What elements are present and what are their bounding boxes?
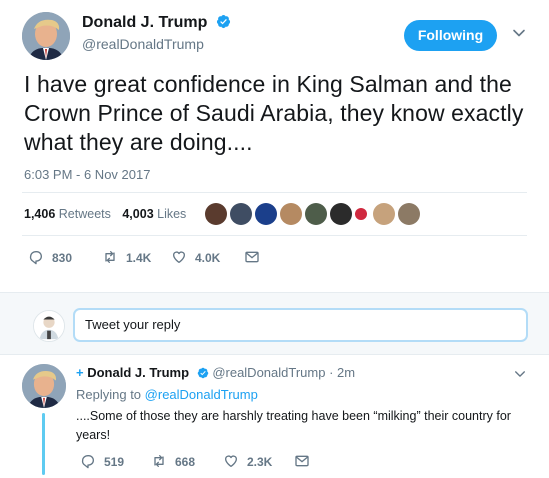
verified-badge-icon xyxy=(197,367,208,379)
divider xyxy=(22,192,527,193)
tweet-stats: 1,406 Retweets 4,003 Likes xyxy=(24,207,186,221)
liker-avatar[interactable] xyxy=(205,203,227,225)
like-count: 2.3K xyxy=(247,455,273,469)
retweet-count: 1.4K xyxy=(126,251,152,265)
reply-icon xyxy=(81,455,94,469)
follow-plus[interactable]: + xyxy=(76,365,84,380)
avatar-image xyxy=(34,311,64,341)
retweet-icon xyxy=(105,251,115,263)
liker-avatar[interactable] xyxy=(230,203,252,225)
retweet-icon xyxy=(154,455,164,467)
likes-count: 4,003 xyxy=(122,207,154,221)
thread-tweet: + Donald J. Trump @realDonaldTrump · 2m … xyxy=(0,355,549,478)
chevron-down-icon[interactable] xyxy=(512,26,526,40)
replying-to-link[interactable]: @realDonaldTrump xyxy=(145,387,258,402)
envelope-icon xyxy=(245,251,259,263)
divider xyxy=(22,235,527,236)
replying-prefix: Replying to xyxy=(76,387,142,402)
heart-icon xyxy=(172,251,186,263)
verified-badge-icon xyxy=(216,14,230,29)
author-name-text[interactable]: Donald J. Trump xyxy=(82,14,207,31)
liker-avatar[interactable] xyxy=(330,203,352,225)
liker-avatar[interactable] xyxy=(255,203,277,225)
tweet-text: I have great confidence in King Salman a… xyxy=(24,71,524,155)
like-count: 4.0K xyxy=(195,251,221,265)
retweet-count: 668 xyxy=(175,455,196,469)
reply-input[interactable]: Tweet your reply xyxy=(73,308,528,342)
author-handle[interactable]: @realDonaldTrump xyxy=(82,36,204,52)
reply-composer: Tweet your reply xyxy=(0,292,549,355)
reply-count: 519 xyxy=(104,455,125,469)
avatar-image xyxy=(22,364,66,408)
tweet-timestamp[interactable]: 6:03 PM - 6 Nov 2017 xyxy=(24,167,150,182)
retweets-stat[interactable]: 1,406 Retweets xyxy=(24,207,111,221)
liker-avatar[interactable] xyxy=(373,203,395,225)
author-handle[interactable]: @realDonaldTrump xyxy=(212,365,325,380)
following-button[interactable]: Following xyxy=(404,20,497,51)
retweets-count: 1,406 xyxy=(24,207,56,221)
liker-avatar[interactable] xyxy=(355,208,367,220)
liker-avatar[interactable] xyxy=(398,203,420,225)
chevron-down-icon[interactable] xyxy=(514,368,526,380)
author-avatar[interactable] xyxy=(22,12,70,60)
current-user-avatar xyxy=(33,310,65,342)
reply-count: 830 xyxy=(52,251,73,265)
main-tweet: Donald J. Trump @realDonaldTrump Followi… xyxy=(0,0,549,292)
retweets-label: Retweets xyxy=(58,207,111,221)
heart-icon xyxy=(224,455,238,467)
author-avatar[interactable] xyxy=(22,364,66,408)
replying-to: Replying to @realDonaldTrump xyxy=(76,387,258,402)
avatar-image xyxy=(22,12,70,60)
author-name[interactable]: Donald J. Trump xyxy=(82,14,231,32)
likes-label: Likes xyxy=(157,207,187,221)
liker-avatar[interactable] xyxy=(305,203,327,225)
envelope-icon xyxy=(295,455,309,467)
author-name[interactable]: Donald J. Trump xyxy=(87,365,189,380)
reply-icon xyxy=(29,251,42,265)
tweet-time[interactable]: · 2m xyxy=(329,365,355,380)
liker-avatar[interactable] xyxy=(280,203,302,225)
likes-stat[interactable]: 4,003 Likes xyxy=(122,207,186,221)
thread-connector xyxy=(42,413,45,475)
thread-tweet-text: ....Some of those they are harshly treat… xyxy=(76,409,511,442)
thread-header: + Donald J. Trump @realDonaldTrump · 2m xyxy=(76,365,355,380)
